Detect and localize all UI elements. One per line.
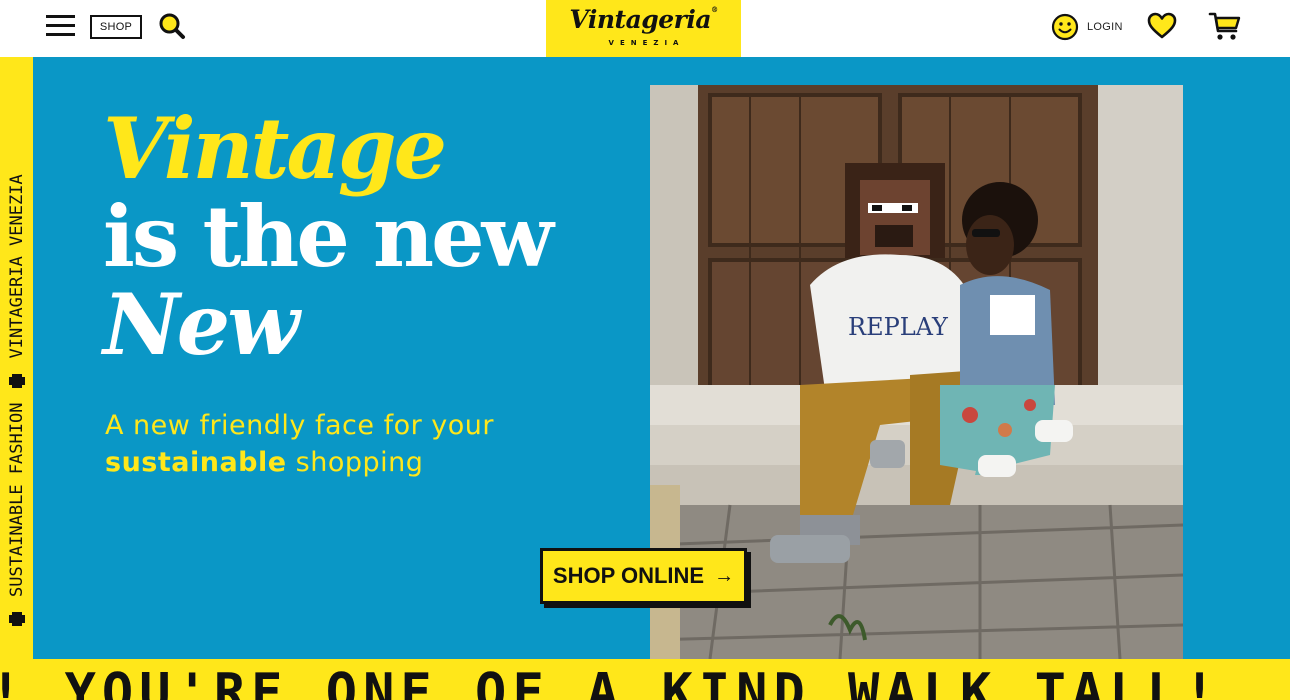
brand-logo[interactable]: Vintageria® VENEZIA bbox=[546, 0, 741, 57]
hero-headline: Vintage is the new New bbox=[103, 99, 554, 374]
smile-icon bbox=[1051, 13, 1079, 41]
tagline-emphasis: sustainable bbox=[105, 447, 287, 478]
cart-icon[interactable] bbox=[1208, 10, 1242, 42]
svg-text:REPLAY: REPLAY bbox=[848, 313, 949, 341]
side-item-sustainable: SUSTAINABLE FASHION bbox=[6, 402, 27, 597]
marquee-text: ! YOU'RE ONE OF A KIND WALK TALL! bbox=[0, 663, 1222, 700]
headline-line-1: Vintage bbox=[103, 99, 447, 198]
heart-icon[interactable] bbox=[1147, 12, 1177, 40]
menu-icon[interactable] bbox=[46, 14, 75, 38]
login-link[interactable]: LOGIN bbox=[1051, 12, 1123, 42]
site-header: SHOP Vintageria® VENEZIA LOGIN bbox=[0, 0, 1290, 57]
shop-online-button[interactable]: SHOP ONLINE → bbox=[540, 548, 747, 604]
login-label: LOGIN bbox=[1087, 21, 1123, 33]
side-item-vintageria: VINTAGERIA VENEZIA bbox=[6, 174, 27, 359]
hero-tagline: A new friendly face for your sustainable… bbox=[105, 410, 494, 478]
logo-wordmark: Vintageria® bbox=[569, 5, 718, 34]
side-banner-text: SUSTAINABLE FASHION VINTAGERIA VENEZIA bbox=[0, 57, 33, 659]
search-icon[interactable] bbox=[158, 12, 186, 40]
side-banner: SUSTAINABLE FASHION VINTAGERIA VENEZIA bbox=[0, 57, 33, 659]
shop-button[interactable]: SHOP bbox=[90, 15, 142, 39]
pixel-bullet-icon bbox=[8, 612, 25, 626]
marquee-banner: ! YOU'RE ONE OF A KIND WALK TALL! bbox=[0, 659, 1290, 700]
logo-subtitle: VENEZIA bbox=[608, 39, 685, 47]
shop-online-label: SHOP ONLINE bbox=[552, 563, 705, 588]
headline-line-3: New bbox=[103, 275, 300, 374]
pixel-bullet-icon bbox=[8, 373, 25, 388]
hero-section: Vintage is the new New A new friendly fa… bbox=[33, 57, 1290, 659]
headline-line-2: is the new bbox=[103, 187, 554, 286]
arrow-right-icon: → bbox=[714, 564, 735, 587]
